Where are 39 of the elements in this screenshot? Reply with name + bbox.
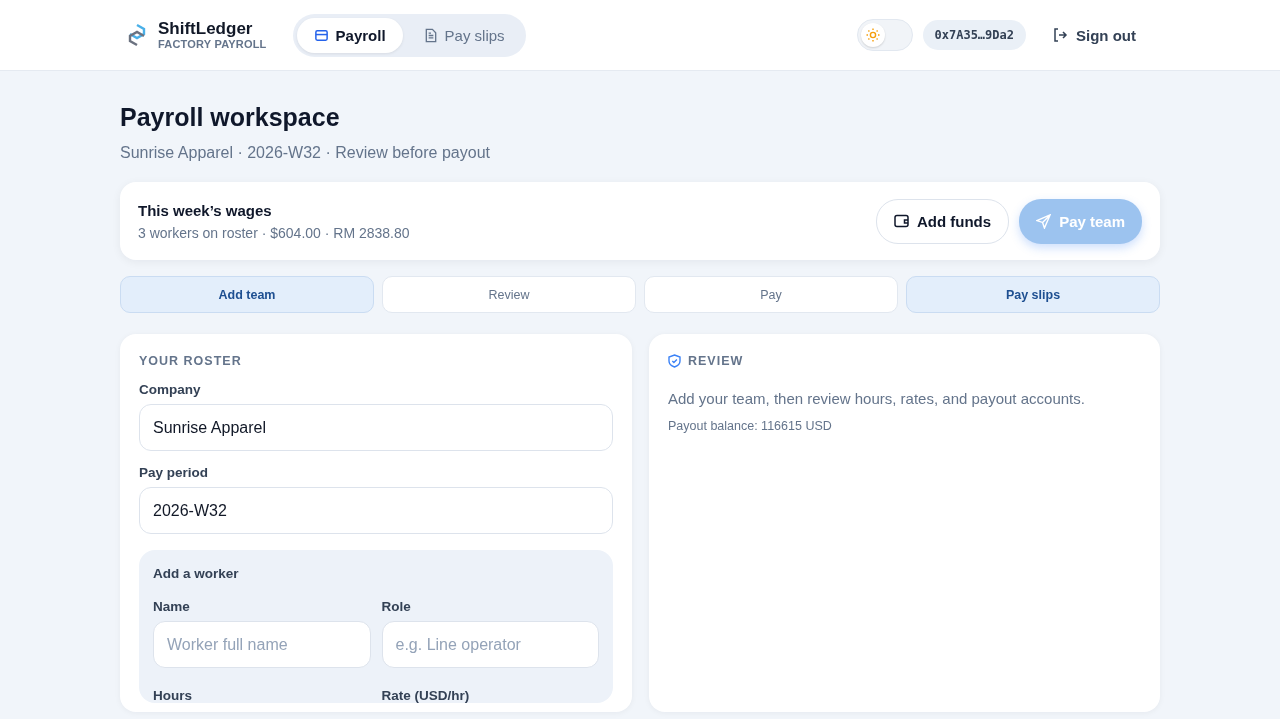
- page-subtitle: Sunrise Apparel · 2026-W32 · Review before payout: [120, 144, 491, 162]
- section-heading: YOUR ROSTER: [139, 354, 243, 368]
- field-label: Pay period: [139, 465, 210, 480]
- page-title: Payroll workspace: [120, 103, 341, 132]
- add-worker-title: Add a worker: [153, 566, 240, 581]
- envelope-icon: [313, 27, 329, 43]
- field-label: Role: [381, 599, 412, 614]
- input-field[interactable]: Sunrise Apparel: [139, 404, 613, 451]
- document-icon: [423, 27, 438, 43]
- step-tab[interactable]: Pay slips: [906, 276, 1160, 313]
- sun-icon: [865, 28, 880, 42]
- input-field[interactable]: 2026-W32: [139, 487, 613, 534]
- payout-balance: Payout balance: 116615 USD: [668, 419, 833, 433]
- summary-title: This week’s wages: [138, 201, 273, 219]
- field-label: Company: [139, 382, 202, 397]
- review-text: Add your team, then review hours, rates, and payout accounts.: [668, 390, 1086, 407]
- sign-out-button[interactable]: Sign out: [1044, 20, 1144, 50]
- step-tab[interactable]: Pay: [644, 276, 898, 313]
- theme-toggle[interactable]: [856, 19, 913, 51]
- field-label: Rate (USD/hr): [381, 688, 471, 703]
- input-field[interactable]: e.g. Line operator: [381, 621, 599, 668]
- brand-name: ShiftLedger: [158, 20, 254, 38]
- step-tab[interactable]: Review: [382, 276, 636, 313]
- step-tab[interactable]: Add team: [120, 276, 374, 313]
- summary-detail: 3 workers on roster · $604.00 · RM 2838.80: [138, 224, 410, 241]
- wallet-icon: [893, 214, 909, 228]
- field-label: Name: [153, 599, 191, 614]
- field-label: Hours: [153, 688, 193, 703]
- add-funds-button[interactable]: Add funds: [875, 198, 1010, 244]
- sign-out-icon: [1052, 27, 1068, 43]
- nav-tab[interactable]: Pay slips: [406, 17, 522, 53]
- brand-tagline: FACTORY PAYROLL: [158, 38, 267, 50]
- send-icon: [1036, 213, 1052, 229]
- wallet-address[interactable]: 0x7A35…9Da2: [922, 20, 1026, 50]
- input-field[interactable]: Worker full name: [153, 621, 371, 668]
- shield-icon: [668, 354, 681, 368]
- nav-tab[interactable]: Payroll: [296, 17, 403, 53]
- logo-icon: [126, 23, 148, 47]
- section-heading: REVIEW: [688, 354, 744, 368]
